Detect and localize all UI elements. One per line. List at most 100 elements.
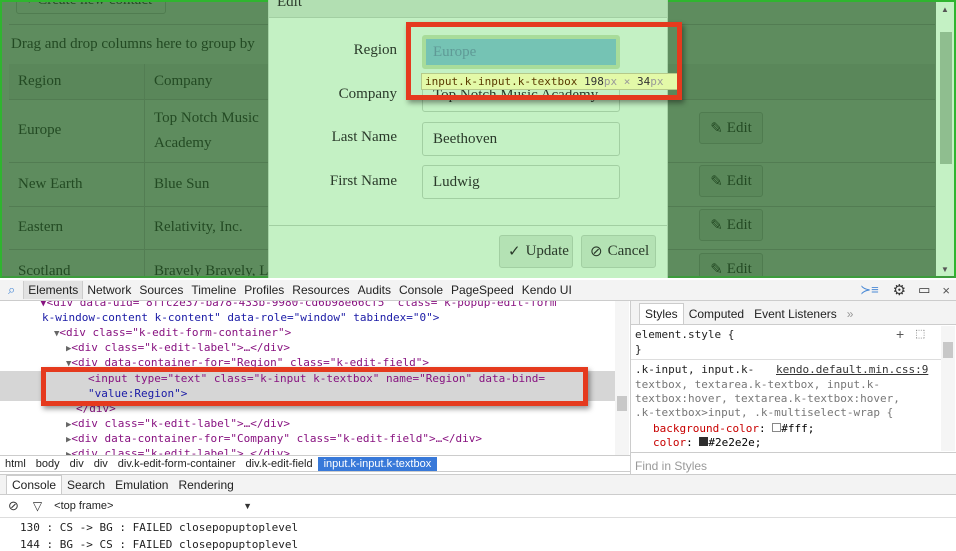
rule-source-link[interactable]: kendo.default.min.css:9 [776,363,928,376]
toggle-state-icon[interactable]: ⬚ [915,327,925,340]
more-tabs-button[interactable]: » [842,304,859,324]
tab-kendo-ui[interactable]: Kendo UI [518,283,576,297]
dock-icon[interactable]: ▭ [912,282,936,298]
breadcrumb-item[interactable]: div.k-edit-form-container [113,458,241,470]
tab-profiles[interactable]: Profiles [240,283,288,297]
chevron-down-icon[interactable]: ▼ [243,501,252,511]
edit-button[interactable]: ✎ Edit [699,112,763,144]
gear-icon[interactable]: ⚙ [887,281,912,299]
create-contact-label: Create new contact [37,0,153,8]
drawer-toggle-icon[interactable]: ≻≡ [852,282,886,298]
rule-selector: textbox, textarea.k-textbox, input.k- [635,378,881,391]
cell-region: New Earth [9,162,145,206]
tab-timeline[interactable]: Timeline [187,283,240,297]
cell-company: Relativity, Inc. [145,206,275,249]
clear-console-icon[interactable]: ⊘ [0,498,27,514]
find-in-styles-input[interactable]: Find in Styles [631,452,956,474]
tab-pagespeed[interactable]: PageSpeed [447,283,518,297]
breadcrumb-item-selected[interactable]: input.k-input.k-textbox [317,456,438,471]
pencil-icon: ✎ [710,120,723,137]
scroll-down-icon[interactable]: ▼ [941,265,949,274]
color-swatch[interactable] [772,423,782,432]
breadcrumb-item[interactable]: body [31,458,65,470]
tab-resources[interactable]: Resources [288,283,353,297]
label-region: Region [353,42,397,58]
styles-pane: Styles Computed Event Listeners » elemen… [630,301,956,474]
devtools-toolbar: ⌕ Elements Network Sources Timeline Prof… [0,280,956,301]
dialog-titlebar: Edit [269,0,667,18]
dom-annotation-box [41,367,588,406]
dom-node[interactable]: ▶<div class="k-edit-label">…</div> [0,446,615,455]
tab-network[interactable]: Network [83,283,135,297]
first-name-input[interactable]: Ludwig [422,165,620,199]
close-icon[interactable]: × [936,283,956,298]
console-line: 144 : BG -> CS : FAILED closepopuptoplev… [20,538,299,551]
pencil-icon: ✎ [710,173,723,190]
update-button[interactable]: ✓ Update [499,235,573,268]
tab-elements[interactable]: Elements [23,281,84,299]
dom-node[interactable]: ▼<div data-uid="8ffc2e37-ba78-433b-9980-… [0,301,615,310]
breadcrumb-item[interactable]: div [89,458,113,470]
dom-node[interactable]: ▼<div class="k-edit-form-container"> [0,325,615,340]
rule-selector: .k-input, input.k- [635,363,755,376]
dom-node[interactable]: ▶<div class="k-edit-label">…</div> [0,416,615,431]
cell-region: Europe [9,99,145,162]
column-header-region[interactable]: Region [9,64,145,99]
edit-label: Edit [726,216,752,233]
styles-scrollbar[interactable] [941,326,955,451]
tab-event-listeners[interactable]: Event Listeners [749,304,842,324]
dom-node[interactable]: ▶<div data-container-for="Company" class… [0,431,615,446]
rule-selector: textbox:hover, textarea.k-textbox:hover, [635,392,900,405]
style-property[interactable]: background-color: #fff; [653,422,814,435]
tab-sources[interactable]: Sources [135,283,187,297]
edit-button[interactable]: ✎ Edit [699,165,763,197]
tab-computed[interactable]: Computed [684,304,749,324]
breadcrumb-item[interactable]: div [65,458,89,470]
tab-styles[interactable]: Styles [639,303,684,324]
cancel-icon: ⊘ [590,244,603,260]
check-icon: ✓ [508,244,521,260]
drawer-tab-emulation[interactable]: Emulation [110,476,173,494]
breadcrumb-item[interactable]: html [0,458,31,470]
breadcrumb-item[interactable]: div.k-edit-field [241,458,318,470]
last-name-input[interactable]: Beethoven [422,122,620,156]
cell-region: Eastern [9,206,145,249]
element-style-rule[interactable]: element.style { [635,328,734,341]
label-first-name: First Name [329,173,397,189]
tab-console[interactable]: Console [395,283,447,297]
page-scrollbar[interactable]: ▲ ▼ [936,2,954,276]
cell-company: Bravely Bravely, LL [145,249,278,276]
scroll-up-icon[interactable]: ▲ [941,5,949,14]
filter-icon[interactable]: ▽ [27,499,48,513]
cell-region: Scotland [9,249,145,276]
highlight-annotation-box [406,22,682,100]
pencil-icon: ✎ [710,261,723,278]
dom-node[interactable]: ▶<div class="k-edit-label">…</div> [0,340,615,355]
cancel-button[interactable]: ⊘ Cancel [581,235,656,268]
search-icon[interactable]: ⌕ [0,282,23,298]
style-property[interactable]: color: #2e2e2e; [653,436,761,449]
add-rule-icon[interactable]: + [896,326,904,342]
drawer-tab-search[interactable]: Search [62,476,110,494]
label-last-name: Last Name [331,129,397,145]
frame-select[interactable]: <top frame> [48,500,243,512]
drawer-tab-rendering[interactable]: Rendering [173,476,238,494]
update-label: Update [525,243,569,259]
edit-button[interactable]: ✎ Edit [699,253,763,278]
drawer-tab-console[interactable]: Console [6,475,63,494]
console-line: 130 : CS -> BG : FAILED closepopuptoplev… [20,521,299,534]
create-contact-button[interactable]: + Create new contact [16,0,166,14]
edit-button[interactable]: ✎ Edit [699,209,763,241]
close-brace: } [635,343,642,356]
dom-node[interactable]: k-window-content k-content" data-role="w… [0,310,615,325]
column-header-company[interactable]: Company [145,64,275,99]
edit-label: Edit [726,260,752,277]
cancel-label: Cancel [607,243,650,259]
tab-audits[interactable]: Audits [354,283,395,297]
cell-company: Top Notch Music Academy [145,99,275,162]
cell-company: Blue Sun [145,162,275,206]
label-company: Company [338,86,397,102]
dom-scrollbar[interactable] [615,301,629,455]
scroll-thumb[interactable] [940,32,952,164]
dialog-title: Edit [277,0,302,10]
